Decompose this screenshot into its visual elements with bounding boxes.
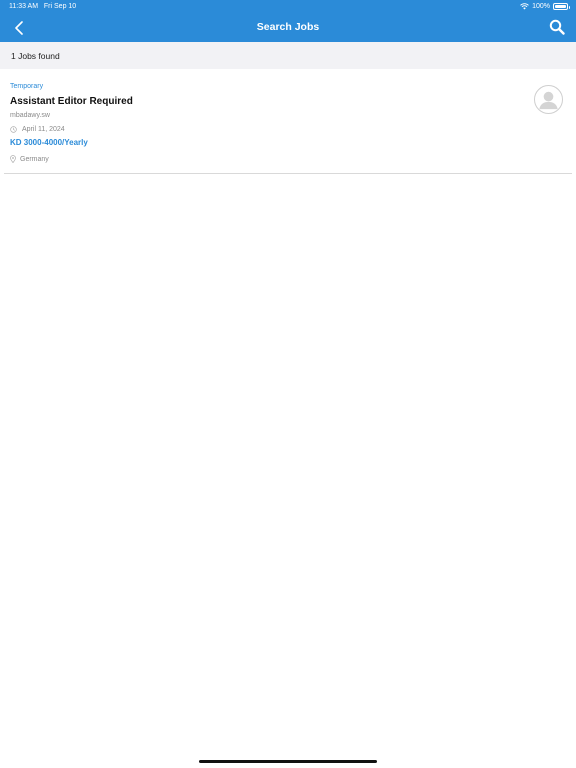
posted-date: April 11, 2024 — [22, 126, 65, 133]
navigation-bar: 11:33 AM Fri Sep 10 100% Search Jobs — [0, 0, 576, 42]
wifi-icon — [520, 3, 529, 10]
job-type-label: Temporary — [10, 83, 44, 90]
job-list-item[interactable]: Temporary Assistant Editor Required mbad… — [4, 69, 572, 174]
job-location: Germany — [20, 155, 49, 163]
location-row: Germany — [10, 155, 49, 163]
job-title: Assistant Editor Required — [10, 96, 133, 107]
results-count: 1 Jobs found — [11, 51, 60, 61]
status-time: 11:33 AM — [9, 3, 39, 10]
search-icon — [549, 19, 565, 35]
clock-icon — [10, 126, 17, 133]
status-indicators: 100% — [520, 3, 570, 10]
results-summary-bar: 1 Jobs found — [0, 42, 576, 69]
posted-date-row: April 11, 2024 — [10, 126, 65, 133]
salary-range: KD 3000-4000/Yearly — [10, 138, 88, 147]
company-name: mbadawy.sw — [10, 112, 50, 119]
home-indicator[interactable] — [199, 760, 377, 763]
status-date: Fri Sep 10 — [43, 3, 77, 10]
location-pin-icon — [10, 155, 16, 163]
search-button[interactable] — [548, 18, 566, 36]
battery-icon — [553, 3, 570, 10]
status-bar: 11:33 AM Fri Sep 10 100% — [0, 0, 576, 14]
avatar-placeholder-icon — [539, 91, 558, 110]
status-time-date: 11:33 AM Fri Sep 10 — [9, 3, 76, 10]
page-title: Search Jobs — [256, 21, 320, 33]
battery-fill — [555, 5, 566, 8]
company-avatar — [534, 85, 563, 114]
battery-percent: 100% — [532, 3, 550, 10]
